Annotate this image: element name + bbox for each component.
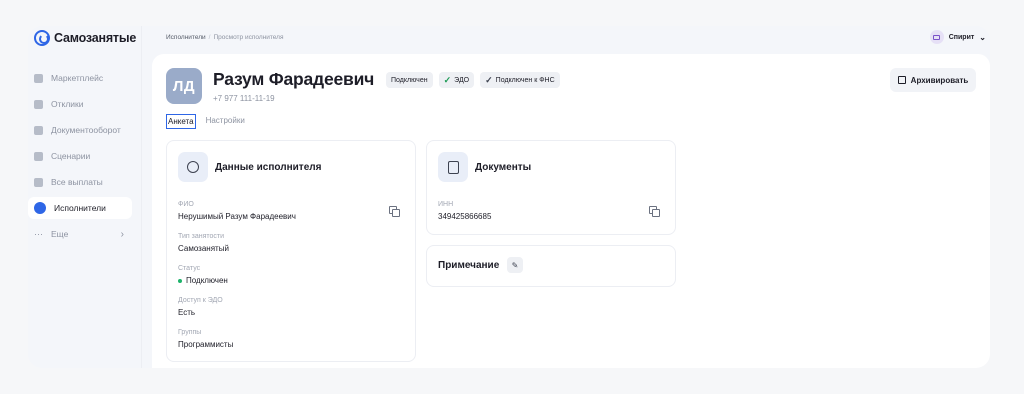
- chevron-right-icon: ›: [120, 228, 124, 240]
- status-dot: [178, 278, 182, 283]
- card-title: Примечание: [438, 260, 500, 271]
- breadcrumb-separator: /: [208, 34, 211, 41]
- edit-button[interactable]: ✎: [507, 257, 523, 273]
- status-badges: Подключен ✓ ЭДО ✓ Подключен к ФНС: [386, 72, 560, 88]
- page-title: Разум Фарадеевич: [213, 69, 375, 89]
- wallet-icon: [34, 177, 43, 187]
- pencil-icon: ✎: [511, 260, 519, 270]
- phone-number: +7 977 111-11-19: [213, 94, 275, 103]
- field-value: Есть: [178, 308, 196, 317]
- badge-label: Подключен: [391, 76, 428, 84]
- sidebar-item-documents[interactable]: Документооборот: [28, 119, 132, 141]
- archive-button-label: Архивировать: [910, 75, 969, 85]
- sidebar-item-responses[interactable]: Отклики: [28, 93, 132, 115]
- home-icon: [34, 73, 43, 83]
- badge-label: ЭДО: [454, 76, 470, 84]
- sidebar-nav: Маркетплейс Отклики Документооборот Сцен…: [28, 67, 132, 249]
- breadcrumb-parent[interactable]: Исполнители: [166, 34, 206, 41]
- field-label: Тип занятости: [178, 233, 225, 240]
- field-value: Нерушимый Разум Фарадеевич: [178, 212, 296, 221]
- tab-settings[interactable]: Настройки: [206, 114, 245, 129]
- scenario-icon: [34, 151, 43, 161]
- field-value: Самозанятый: [178, 244, 229, 253]
- briefcase-icon: [929, 30, 944, 44]
- field-employment-type: Тип занятости Самозанятый: [178, 233, 229, 253]
- status-badge-fns: ✓ Подключен к ФНС: [480, 72, 560, 88]
- field-value: Подключен: [178, 276, 228, 285]
- status-badge-edo: ✓ ЭДО: [438, 72, 475, 88]
- card-title: Данные исполнителя: [215, 161, 322, 173]
- field-label: Группы: [178, 329, 202, 336]
- users-icon: [34, 99, 43, 109]
- field-edo-access: Доступ к ЭДО Есть: [178, 297, 223, 317]
- sidebar-item-scenarios[interactable]: Сценарии: [28, 145, 132, 167]
- divider: [141, 26, 142, 368]
- status-badge-connected: Подключен: [386, 72, 433, 88]
- sidebar-item-label: Сценарии: [51, 151, 91, 161]
- breadcrumb-current: Просмотр исполнителя: [213, 34, 284, 41]
- user-menu[interactable]: Спирит ⌄: [929, 30, 986, 44]
- logo[interactable]: Самозанятые: [34, 30, 136, 46]
- tab-profile[interactable]: Анкета: [166, 114, 196, 129]
- sidebar-item-label: Все выплаты: [51, 177, 103, 187]
- check-icon: ✓: [443, 74, 452, 85]
- field-label: Статус: [178, 265, 201, 272]
- field-label: ИНН: [438, 201, 454, 208]
- logo-icon: [34, 30, 50, 46]
- user-icon: [34, 202, 46, 214]
- sidebar: Самозанятые Маркетплейс Отклики Документ…: [28, 26, 141, 368]
- document-icon: [438, 152, 468, 182]
- field-fio: ФИО Нерушимый Разум Фарадеевич: [178, 201, 296, 221]
- avatar: ЛД: [166, 68, 202, 104]
- sidebar-item-executors[interactable]: Исполнители: [28, 197, 132, 219]
- app-window: Самозанятые Маркетплейс Отклики Документ…: [28, 26, 990, 368]
- user-name: Спирит: [948, 33, 975, 41]
- field-inn: ИНН 349425866685: [438, 201, 491, 221]
- sidebar-item-label: Маркетплейс: [51, 73, 104, 83]
- card-title: Документы: [475, 161, 532, 173]
- field-groups: Группы Программисты: [178, 329, 233, 349]
- sidebar-item-marketplace[interactable]: Маркетплейс: [28, 67, 132, 89]
- sidebar-item-label: Документооборот: [51, 125, 121, 135]
- field-label: ФИО: [178, 201, 194, 208]
- main-content: ЛД Разум Фарадеевич +7 977 111-11-19 Под…: [152, 54, 990, 368]
- app-name: Самозанятые: [54, 31, 137, 45]
- more-dots-icon: ···: [34, 229, 43, 239]
- sidebar-item-label: Отклики: [51, 99, 84, 109]
- user-settings-icon: [178, 152, 208, 182]
- documents-card: Документы ИНН 349425866685: [426, 140, 676, 235]
- executor-data-card: Данные исполнителя ФИО Нерушимый Разум Ф…: [166, 140, 416, 362]
- copy-icon[interactable]: [649, 206, 660, 217]
- archive-icon: [897, 76, 906, 84]
- header: Исполнители / Просмотр исполнителя Спирит …: [142, 26, 990, 54]
- status-text: Подключен: [186, 276, 228, 285]
- field-value: Программисты: [178, 340, 234, 349]
- chevron-down-icon: ⌄: [979, 32, 986, 42]
- breadcrumb: Исполнители / Просмотр исполнителя: [166, 34, 283, 41]
- archive-button[interactable]: Архивировать: [890, 68, 976, 92]
- sidebar-item-label: Исполнители: [54, 203, 106, 213]
- note-card: Примечание ✎: [426, 245, 676, 287]
- copy-icon[interactable]: [389, 206, 400, 217]
- field-label: Доступ к ЭДО: [178, 297, 223, 304]
- field-status: Статус Подключен: [178, 265, 228, 285]
- sidebar-item-payments[interactable]: Все выплаты: [28, 171, 132, 193]
- tab-bar: Анкета Настройки: [166, 114, 245, 129]
- check-icon: ✓: [485, 74, 493, 85]
- field-value: 349425866685: [438, 212, 492, 221]
- sidebar-item-more[interactable]: ··· Еще ›: [28, 223, 132, 245]
- document-icon: [34, 125, 43, 135]
- badge-label: Подключен к ФНС: [495, 76, 555, 84]
- sidebar-item-label: Еще: [51, 229, 69, 239]
